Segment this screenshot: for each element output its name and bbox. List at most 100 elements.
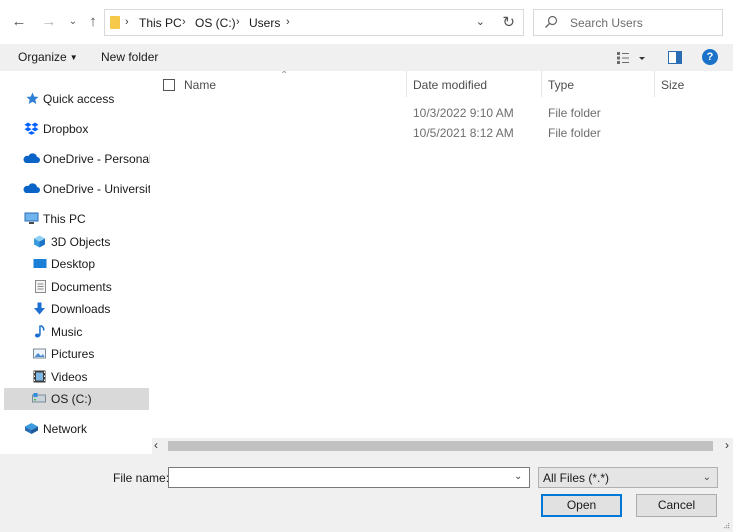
change-view-icon[interactable] xyxy=(616,51,646,65)
back-arrow-icon[interactable]: ← xyxy=(10,13,28,31)
column-header-date-modified[interactable]: Date modified xyxy=(413,78,487,92)
breadcrumb-os-c[interactable]: OS (C:) xyxy=(195,16,236,30)
file-type-select[interactable]: All Files (*.*) ⌄ xyxy=(538,467,718,488)
film-strip-icon xyxy=(33,370,46,383)
cancel-button[interactable]: Cancel xyxy=(636,494,717,517)
drive-icon xyxy=(32,393,46,403)
file-row-type: File folder xyxy=(548,126,601,140)
folder-icon xyxy=(110,16,120,29)
nav-label: Downloads xyxy=(51,302,111,316)
navigation-pane: Quick access Dropbox OneDrive - Personal… xyxy=(0,71,150,454)
nav-label: Music xyxy=(51,325,83,339)
document-icon xyxy=(35,280,46,293)
star-icon xyxy=(26,92,39,104)
new-folder-button[interactable]: New folder xyxy=(101,50,158,64)
search-icon xyxy=(545,15,558,28)
file-row[interactable]: 10/3/2022 9:10 AM File folder xyxy=(152,103,733,123)
resize-grip-icon[interactable] xyxy=(722,521,730,529)
column-header-type[interactable]: Type xyxy=(548,78,574,92)
onedrive-cloud-icon xyxy=(23,183,40,193)
command-toolbar: Organize ▼ New folder ? xyxy=(0,44,733,71)
desktop-icon xyxy=(33,259,47,268)
column-divider[interactable] xyxy=(541,71,542,97)
network-icon xyxy=(25,423,38,434)
nav-item-onedrive-personal[interactable]: OneDrive - Personal xyxy=(0,148,150,170)
organize-label: Organize xyxy=(18,50,67,64)
forward-arrow-icon[interactable]: → xyxy=(40,13,58,31)
nav-item-this-pc[interactable]: This PC xyxy=(0,208,150,230)
nav-label: Pictures xyxy=(51,347,95,361)
nav-item-documents[interactable]: Documents xyxy=(0,276,150,298)
file-name-dropdown-chevron-icon[interactable]: ⌄ xyxy=(514,471,522,482)
breadcrumb-this-pc[interactable]: This PC xyxy=(139,16,182,30)
pictures-icon xyxy=(33,348,46,359)
nav-item-pictures[interactable]: Pictures xyxy=(0,343,150,365)
file-name-input[interactable] xyxy=(168,467,530,488)
organize-button[interactable]: Organize ▼ xyxy=(18,50,78,64)
horizontal-scrollbar[interactable]: ‹ › xyxy=(152,438,733,454)
nav-label: OS (C:) xyxy=(51,392,92,406)
file-list[interactable]: ⌃ Name Date modified Type Size 10/3/2022… xyxy=(152,70,733,438)
preview-pane-icon[interactable] xyxy=(668,51,682,64)
column-header-size[interactable]: Size xyxy=(661,78,684,92)
nav-label: Quick access xyxy=(43,92,115,106)
onedrive-cloud-icon xyxy=(23,153,40,163)
select-all-checkbox[interactable] xyxy=(163,79,175,91)
music-note-icon xyxy=(34,325,45,338)
scroll-left-arrow-icon[interactable]: ‹ xyxy=(154,438,158,452)
computer-icon xyxy=(24,212,39,224)
column-header-name[interactable]: Name xyxy=(184,78,216,92)
address-dropdown-chevron-icon[interactable]: ⌄ xyxy=(476,15,485,28)
nav-label: Network xyxy=(43,422,88,436)
cube-icon xyxy=(34,235,45,248)
dropbox-icon xyxy=(24,122,39,135)
breadcrumb-separator-icon[interactable]: › xyxy=(182,16,186,28)
nav-item-quick-access[interactable]: Quick access xyxy=(0,88,150,110)
nav-item-videos[interactable]: Videos xyxy=(0,366,150,388)
recent-locations-chevron-icon[interactable]: ⌄ xyxy=(64,13,82,31)
open-button[interactable]: Open xyxy=(541,494,622,517)
breadcrumb-separator-icon[interactable]: › xyxy=(286,16,290,28)
nav-label: Documents xyxy=(51,280,112,294)
nav-item-os-c[interactable]: OS (C:) xyxy=(4,388,149,410)
file-row[interactable]: 10/5/2021 8:12 AM File folder xyxy=(152,123,733,143)
file-type-chevron-icon: ⌄ xyxy=(702,472,711,483)
breadcrumb-users[interactable]: Users xyxy=(249,16,280,30)
nav-item-desktop[interactable]: Desktop xyxy=(0,253,150,275)
scrollbar-thumb[interactable] xyxy=(168,441,713,451)
refresh-icon[interactable]: ↻ xyxy=(502,13,515,31)
column-divider[interactable] xyxy=(406,71,407,97)
up-arrow-icon[interactable]: ↑ xyxy=(84,13,102,31)
file-name-label: File name: xyxy=(113,471,170,485)
nav-item-onedrive-university[interactable]: OneDrive - University xyxy=(0,178,150,200)
dialog-footer: File name: ⌄ All Files (*.*) ⌄ Open Canc… xyxy=(0,454,733,532)
search-box[interactable]: Search Users xyxy=(533,9,723,36)
column-divider[interactable] xyxy=(654,71,655,97)
address-row: ← → ⌄ ↑ › This PC › OS (C:) › Users › ⌄ … xyxy=(0,0,733,44)
address-bar[interactable]: › This PC › OS (C:) › Users › ⌄ ↻ xyxy=(104,9,524,36)
nav-item-network[interactable]: Network xyxy=(0,418,150,440)
file-row-type: File folder xyxy=(548,106,601,120)
breadcrumb-separator-icon[interactable]: › xyxy=(125,16,129,28)
nav-item-downloads[interactable]: Downloads xyxy=(0,298,150,320)
nav-item-music[interactable]: Music xyxy=(0,321,150,343)
scroll-right-arrow-icon[interactable]: › xyxy=(725,438,729,452)
nav-label: OneDrive - University xyxy=(43,182,150,196)
file-row-date: 10/3/2022 9:10 AM xyxy=(413,106,514,120)
breadcrumb-separator-icon[interactable]: › xyxy=(236,16,240,28)
help-icon[interactable]: ? xyxy=(702,49,718,65)
organize-caret-icon: ▼ xyxy=(69,53,78,62)
nav-label: Dropbox xyxy=(43,122,89,136)
nav-label: 3D Objects xyxy=(51,235,111,249)
download-arrow-icon xyxy=(34,302,45,315)
sort-ascending-icon: ⌃ xyxy=(280,70,289,81)
nav-label: OneDrive - Personal xyxy=(43,152,150,166)
nav-label: Desktop xyxy=(51,257,96,271)
search-placeholder: Search Users xyxy=(570,16,643,30)
nav-item-3d-objects[interactable]: 3D Objects xyxy=(0,231,150,253)
nav-label: This PC xyxy=(43,212,86,226)
file-row-date: 10/5/2021 8:12 AM xyxy=(413,126,514,140)
file-type-selected: All Files (*.*) xyxy=(543,471,610,485)
nav-item-dropbox[interactable]: Dropbox xyxy=(0,118,150,140)
nav-label: Videos xyxy=(51,370,88,384)
